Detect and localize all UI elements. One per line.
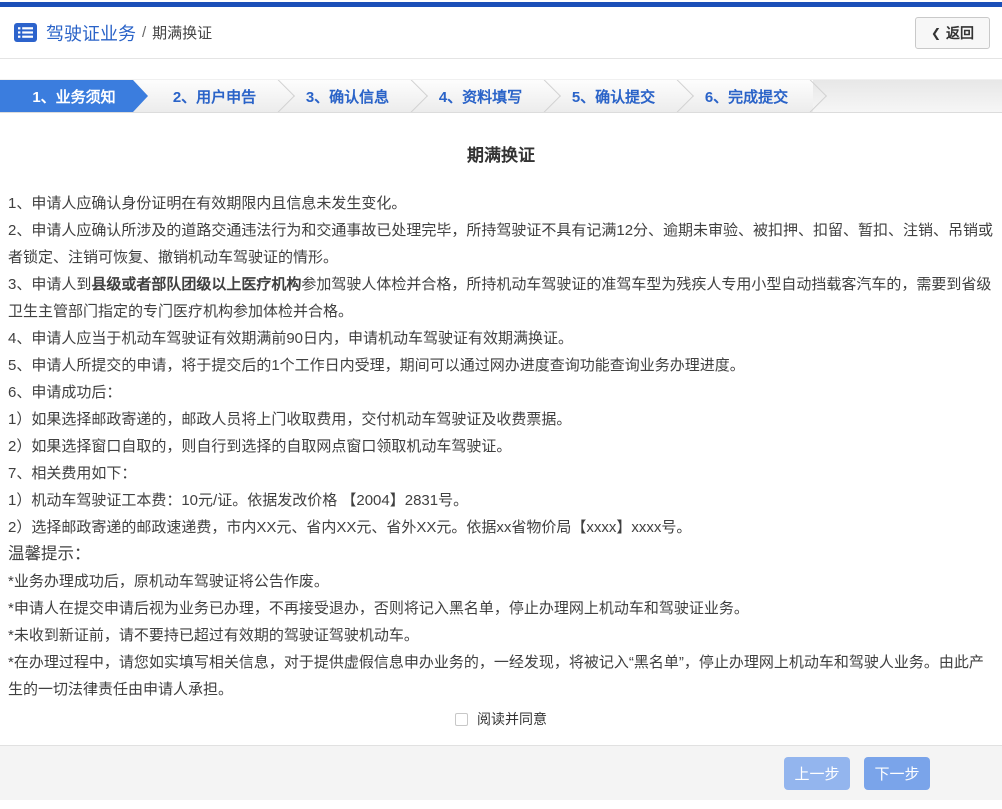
notice-line: 3、申请人到县级或者部队团级以上医疗机构参加驾驶人体检并合格，所持机动车驾驶证的… bbox=[8, 276, 992, 320]
agree-checkbox[interactable] bbox=[455, 712, 468, 726]
agree-label[interactable]: 阅读并同意 bbox=[477, 709, 547, 729]
notice-line: 7、相关费用如下： bbox=[8, 465, 137, 482]
page: 驾驶证业务 / 期满换证 ❮ 返回 1、业务须知 2、用户申告 3、确认信息 4、资料… bbox=[0, 0, 1002, 809]
notice-line: 4、申请人应当于机动车驾驶证有效期满前90日内，申请机动车驾驶证有效期满换证。 bbox=[8, 330, 574, 347]
notice-line: 5、申请人所提交的申请，将于提交后的1个工作日内受理，期间可以通过网办进度查询功… bbox=[8, 357, 745, 374]
notice-line: 2、申请人应确认所涉及的道路交通违法行为和交通事故已处理完毕，所持驾驶证不具有记… bbox=[8, 222, 994, 266]
notice-line: *未收到新证前，请不要持已超过有效期的驾驶证驾驶机动车。 bbox=[8, 627, 419, 644]
breadcrumb-primary: 驾驶证业务 bbox=[46, 23, 136, 44]
header: 驾驶证业务 / 期满换证 ❮ 返回 bbox=[0, 7, 1002, 59]
step-label: 5、确认提交 bbox=[571, 88, 656, 106]
step-2[interactable]: 2、用户申告 bbox=[148, 80, 295, 112]
step-label: 2、用户申告 bbox=[172, 88, 257, 106]
step-filler bbox=[813, 80, 1002, 112]
bottom-white-strip bbox=[0, 800, 1002, 809]
notice-line: *在办理过程中，请您如实填写相关信息，对于提供虚假信息申办业务的，一经发现，将被… bbox=[8, 654, 984, 698]
breadcrumb: 驾驶证业务 / 期满换证 bbox=[14, 20, 212, 46]
notice-line: 温馨提示： bbox=[8, 545, 91, 563]
prev-step-button[interactable]: 上一步 bbox=[784, 756, 850, 790]
step-5[interactable]: 5、确认提交 bbox=[547, 80, 694, 112]
notice-line: 1）如果选择邮政寄递的，邮政人员将上门收取费用，交付机动车驾驶证及收费票据。 bbox=[8, 411, 572, 428]
notice-line: *申请人在提交申请后视为业务已办理，不再接受退办，否则将记入黑名单，停止办理网上… bbox=[8, 600, 749, 617]
step-label: 3、确认信息 bbox=[305, 88, 390, 106]
breadcrumb-secondary: 期满换证 bbox=[152, 25, 213, 42]
back-button[interactable]: ❮ 返回 bbox=[914, 16, 990, 49]
step-4[interactable]: 4、资料填写 bbox=[414, 80, 561, 112]
list-icon bbox=[14, 23, 37, 42]
notice-line: 1、申请人应确认身份证明在有效期限内且信息未发生变化。 bbox=[8, 195, 407, 212]
notice-line: 2）选择邮政寄递的邮政速递费，市内XX元、省内XX元、省外XX元。依据xx省物价… bbox=[8, 519, 692, 536]
step-1[interactable]: 1、业务须知 bbox=[0, 80, 148, 112]
step-wizard: 1、业务须知 2、用户申告 3、确认信息 4、资料填写 5、确认提交 6、完成提交 bbox=[0, 79, 1002, 113]
footer-action-bar: 上一步 下一步 bbox=[0, 745, 1002, 800]
step-6[interactable]: 6、完成提交 bbox=[680, 80, 827, 112]
breadcrumb-separator: / bbox=[142, 24, 147, 41]
notice-line: 6、申请成功后： bbox=[8, 384, 122, 401]
step-label: 1、业务须知 bbox=[32, 88, 116, 106]
next-step-button[interactable]: 下一步 bbox=[864, 756, 930, 790]
notice-content: 期满换证 1、申请人应确认身份证明在有效期限内且信息未发生变化。 2、申请人应确认… bbox=[0, 113, 1002, 745]
chevron-left-icon: ❮ bbox=[930, 25, 941, 40]
page-title: 期满换证 bbox=[467, 146, 535, 165]
back-button-label: 返回 bbox=[946, 24, 974, 41]
notice-line: *业务办理成功后，原机动车驾驶证将公告作废。 bbox=[8, 573, 329, 590]
step-label: 4、资料填写 bbox=[438, 88, 523, 106]
agree-row: 阅读并同意 bbox=[8, 709, 994, 729]
notice-text: 1、申请人应确认身份证明在有效期限内且信息未发生变化。 2、申请人应确认所涉及的道… bbox=[8, 190, 994, 703]
notice-line: 1）机动车驾驶证工本费：10元/证。依据发改价格 【2004】2831号。 bbox=[8, 492, 469, 509]
notice-line: 2）如果选择窗口自取的，则自行到选择的自取网点窗口领取机动车驾驶证。 bbox=[8, 438, 512, 455]
step-label: 6、完成提交 bbox=[704, 88, 789, 106]
step-3[interactable]: 3、确认信息 bbox=[281, 80, 428, 112]
